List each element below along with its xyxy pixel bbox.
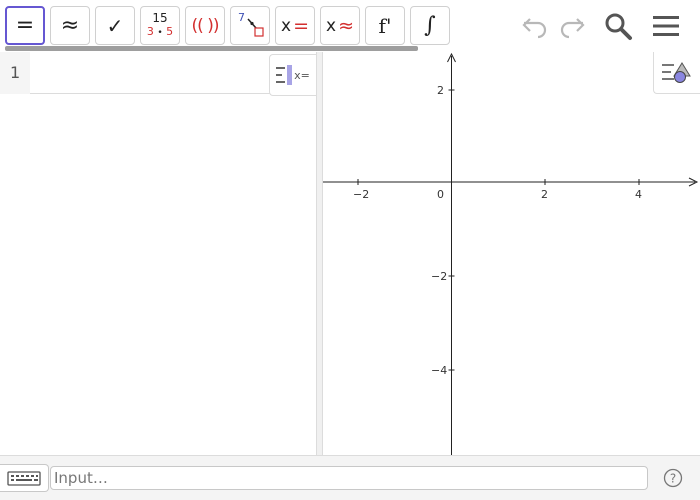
menu-icon [653,16,679,36]
main-menu-button[interactable] [650,10,682,42]
algebra-description-toggle[interactable]: x= [269,54,316,96]
x-tick-label-0: 0 [437,188,444,201]
input-bar-field[interactable] [50,466,648,490]
toolbar-scrollbar[interactable] [5,46,418,51]
factor-left-digit: 3 [146,24,154,38]
algebra-input[interactable] [30,52,270,94]
y-tick-label-neg4: −4 [431,364,447,377]
style-bar-icon [662,61,691,83]
numeric-button[interactable]: ≈ [50,6,90,45]
nsolve-approx-icon: ≈ [338,14,354,37]
algebra-list-icon [276,65,293,85]
search-icon [605,13,632,40]
equals-icon: = [15,12,35,38]
redo-button[interactable] [556,10,588,42]
solve-button[interactable]: x = [275,6,315,45]
evaluate-button[interactable]: = [5,6,45,45]
help-icon: ? [663,468,683,488]
factor-bottom-text: 3 • 5 [147,25,173,40]
factor-right-digit: 5 [166,24,174,38]
factor-top-text: 15 [152,10,168,25]
algebra-tools-label: x= [294,68,310,82]
redo-icon [560,18,585,39]
search-button[interactable] [602,10,634,42]
solve-x-text: x [281,15,292,36]
row-number: 1 [0,52,30,94]
y-tick-label-neg2: −2 [431,270,447,283]
view-divider[interactable] [316,52,323,455]
factor-button[interactable]: 15 3 • 5 [140,6,180,45]
derivative-button[interactable]: f' [365,6,405,45]
undo-icon [522,18,547,39]
derivative-icon: f' [378,13,392,38]
integral-button[interactable]: ∫ [410,6,450,45]
x-tick-label-neg2: −2 [353,188,369,201]
numeric-solve-button[interactable]: x ≈ [320,6,360,45]
toolbar: = ≈ ✓ 15 3 • 5 (( )) 7 x = x ≈ f' ∫ [0,0,700,52]
solve-equals-icon: = [293,14,309,37]
y-tick-label-2: 2 [437,84,444,97]
coordinate-plane: −2 0 2 4 2 −2 −4 [323,52,699,455]
undo-button[interactable] [519,10,551,42]
substitute-icon: 7 [238,11,264,37]
help-label: ? [670,472,676,486]
input-bar: ? [0,455,700,500]
graphics-view[interactable]: −2 0 2 4 2 −2 −4 [323,52,700,455]
x-tick-label-4: 4 [635,188,642,201]
expand-icon: (( )) [191,15,220,36]
checkmark-icon: ✓ [106,13,124,38]
x-tick-label-2: 2 [541,188,548,201]
substitute-button[interactable]: 7 [230,6,270,45]
graphics-style-button[interactable] [653,52,700,94]
substitute-seven: 7 [238,11,245,24]
integral-icon: ∫ [424,13,436,38]
nsolve-x-text: x [326,15,337,36]
approx-icon: ≈ [60,12,80,38]
algebra-view: 1 x= [0,52,316,455]
keep-input-button[interactable]: ✓ [95,6,135,45]
expand-button[interactable]: (( )) [185,6,225,45]
geogebra-app: = ≈ ✓ 15 3 • 5 (( )) 7 x = x ≈ f' ∫ 1 x=… [0,0,700,500]
keyboard-icon [7,471,41,486]
input-help-button[interactable]: ? [663,468,683,488]
factor-dot: • [157,27,163,38]
keyboard-toggle-button[interactable] [0,464,49,492]
